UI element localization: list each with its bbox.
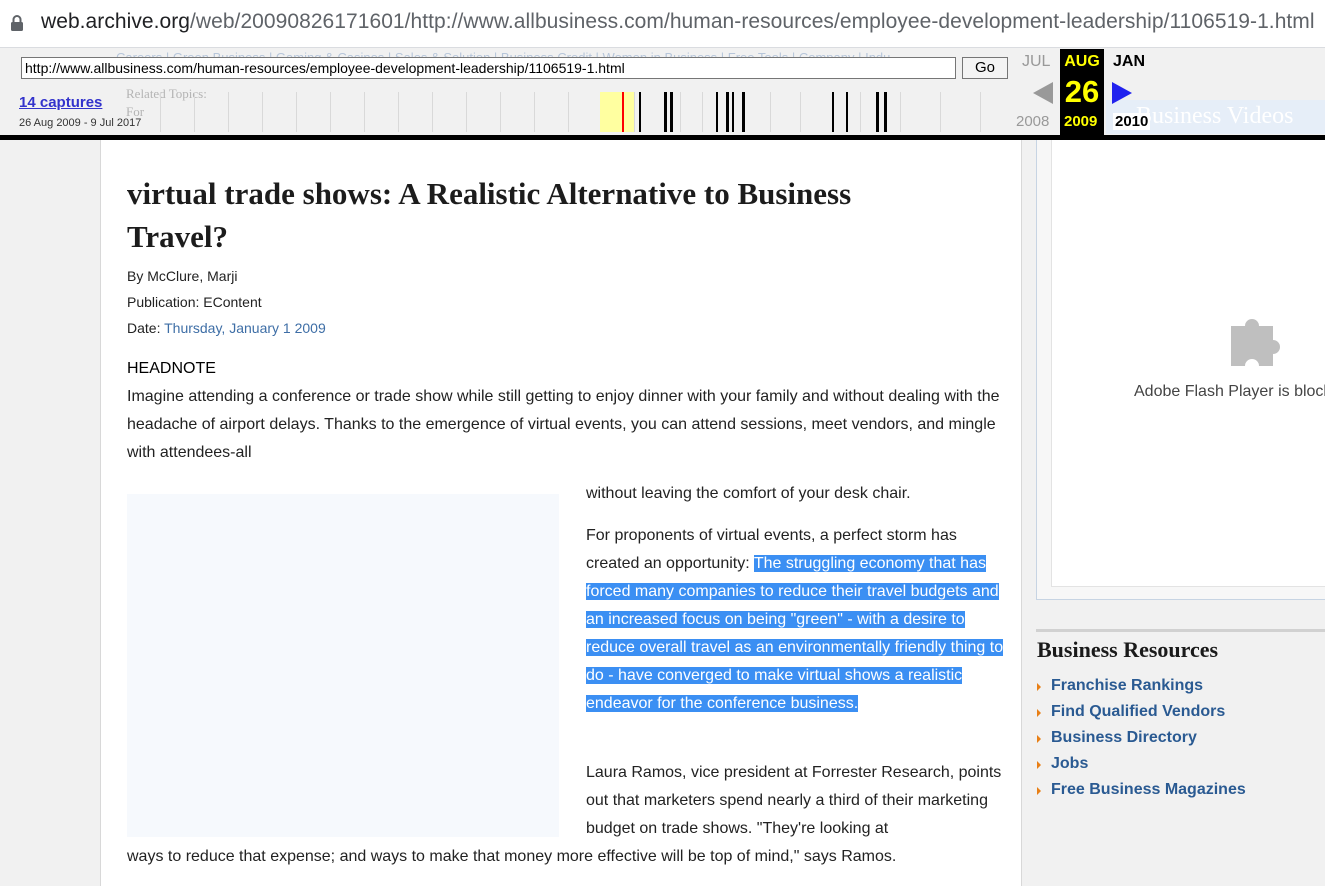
wayback-go-button[interactable]: Go [962,57,1008,79]
video-panel: Adobe Flash Player is blocked [1036,140,1325,600]
bullet-arrow-icon [1037,760,1041,769]
resources-list: Franchise Rankings Find Qualified Vendor… [1037,673,1246,803]
address-url[interactable]: web.archive.org/web/20090826171601/http:… [41,10,1315,34]
timeline-capture-bar[interactable] [716,92,718,132]
timeline-capture-bar[interactable] [876,92,879,132]
bullet-arrow-icon [1037,708,1041,717]
wayback-url-input[interactable]: http://www.allbusiness.com/human-resourc… [21,57,956,79]
article-headline: virtual trade shows: A Realistic Alterna… [127,176,852,254]
bullet-arrow-icon [1037,734,1041,743]
article-paragraph-3-continued: ways to reduce that expense; and ways to… [127,848,897,865]
timeline-capture-bar[interactable] [846,92,848,132]
date-link[interactable]: Thursday, January 1 2009 [164,320,326,336]
wayback-toolbar: http://www.allbusiness.com/human-resourc… [0,49,1325,135]
timeline-capture-bar[interactable] [639,92,641,132]
current-month-label: AUG [1064,53,1100,70]
capture-timeline[interactable] [160,92,1010,132]
timeline-capture-bar[interactable] [884,92,887,132]
ad-placeholder [127,494,559,837]
article-paragraph-3: Laura Ramos, vice president at Forrester… [586,764,1002,837]
timeline-capture-bar[interactable] [670,92,673,132]
resources-title: Business Resources [1037,637,1219,662]
flash-blocked-message: Adobe Flash Player is blocked [1134,383,1325,400]
bullet-arrow-icon [1037,682,1041,691]
next-capture-arrow-icon[interactable] [1112,82,1132,109]
resource-link-magazines[interactable]: Free Business Magazines [1051,781,1246,799]
resources-divider [1036,629,1325,632]
article-intro: Imagine attending a conference or trade … [127,388,1000,461]
browser-address-bar[interactable]: web.archive.org/web/20090826171601/http:… [0,0,1325,48]
resource-item[interactable]: Find Qualified Vendors [1037,699,1246,725]
resource-link-business-directory[interactable]: Business Directory [1051,729,1197,747]
timeline-capture-bar[interactable] [832,92,834,132]
prev-capture-arrow-icon[interactable] [1033,82,1053,109]
resource-item[interactable]: Franchise Rankings [1037,673,1246,699]
article-paragraph-2: For proponents of virtual events, a perf… [586,522,1006,718]
current-day-label: 26 [1064,74,1100,109]
flash-plugin-area[interactable]: Adobe Flash Player is blocked [1051,140,1325,587]
article-column: virtual trade shows: A Realistic Alterna… [100,140,1022,886]
article-paragraph-1: without leaving the comfort of your desk… [586,485,911,502]
article-date: Date: Thursday, January 1 2009 [127,320,326,336]
lock-icon [10,14,24,32]
resource-link-jobs[interactable]: Jobs [1051,755,1088,773]
captures-date-range: 26 Aug 2009 - 9 Jul 2017 [19,117,142,129]
resource-link-franchise-rankings[interactable]: Franchise Rankings [1051,677,1203,695]
resource-item[interactable]: Business Directory [1037,725,1246,751]
headnote-label: HEADNOTE [127,360,216,377]
timeline-capture-bar[interactable] [726,92,729,132]
selected-text[interactable]: The struggling economy that has forced m… [586,555,1004,712]
resource-item[interactable]: Free Business Magazines [1037,777,1246,803]
article-publication: Publication: EContent [127,294,262,310]
url-path: /web/20090826171601/http://www.allbusine… [190,10,1315,33]
article-byline: By McClure, Marji [127,268,238,284]
url-host: web.archive.org [41,10,190,33]
timeline-year-highlight [600,92,634,132]
bullet-arrow-icon [1037,786,1041,795]
resource-link-find-vendors[interactable]: Find Qualified Vendors [1051,703,1225,721]
timeline-capture-bar[interactable] [732,92,734,132]
next-year-label[interactable]: 2010 [1113,113,1151,130]
plugin-puzzle-icon [1227,308,1287,368]
timeline-capture-bar[interactable] [664,92,667,132]
resource-item[interactable]: Jobs [1037,751,1246,777]
prev-year-label[interactable]: 2008 [1016,113,1049,130]
captures-link[interactable]: 14 captures [19,94,102,111]
timeline-capture-bar[interactable] [742,92,745,132]
current-year-label: 2009 [1064,113,1098,130]
prev-month-label[interactable]: JUL [1022,53,1050,71]
next-month-label[interactable]: JAN [1113,53,1145,71]
timeline-current-capture[interactable] [622,92,624,132]
date-label: Date: [127,320,165,336]
